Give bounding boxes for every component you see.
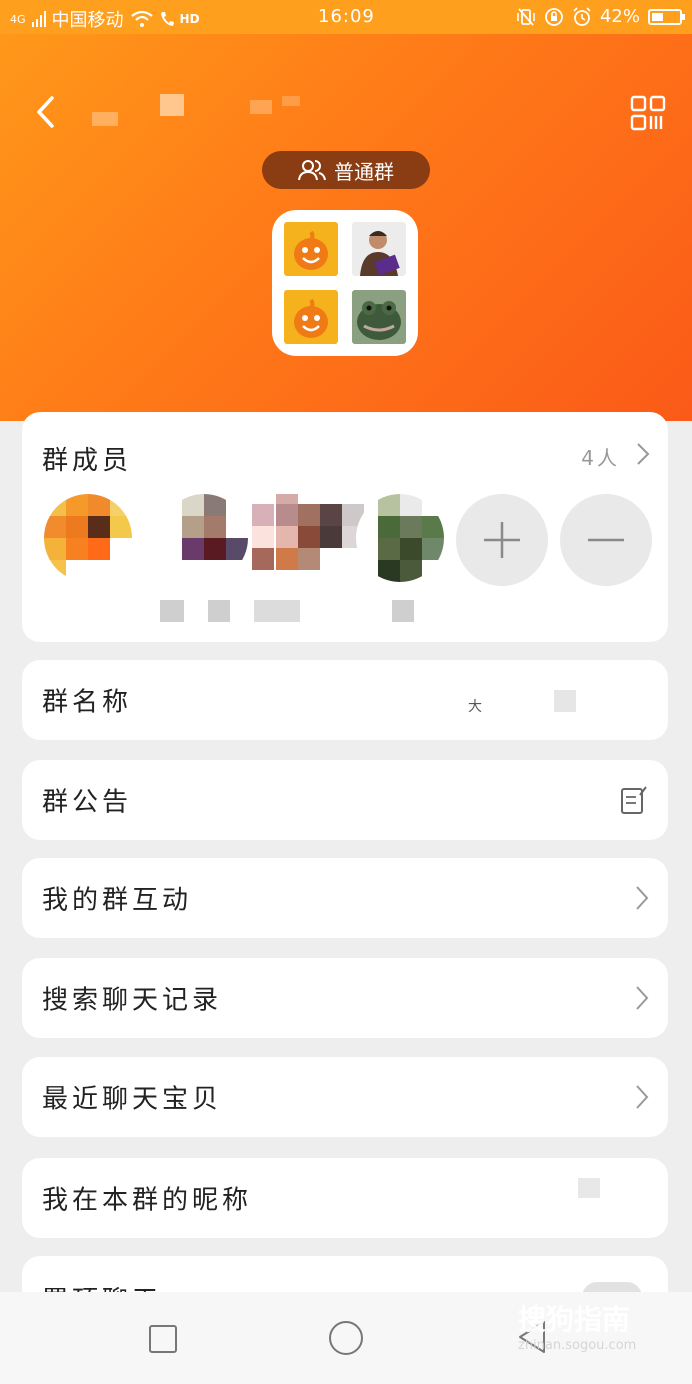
search-history-label: 搜索聊天记录 — [42, 985, 223, 1016]
people-icon — [298, 160, 326, 181]
group-header: 4G 中国移动 HD 16:09 42% 普通群 — [0, 0, 692, 421]
watermark-main: 搜狗指南 — [518, 1303, 631, 1336]
avatar-mascot-2 — [284, 290, 338, 344]
battery-icon — [648, 8, 685, 25]
member-avatar[interactable] — [160, 494, 248, 582]
chevron-right-icon — [636, 986, 649, 1010]
back-button[interactable] — [30, 92, 64, 132]
member-avatar[interactable] — [252, 494, 372, 582]
home-button[interactable] — [328, 1320, 364, 1356]
group-type-badge: 普通群 — [262, 151, 430, 189]
add-member-button[interactable] — [456, 494, 548, 586]
vibrate-off-icon — [517, 7, 535, 26]
status-time: 16:09 — [318, 6, 375, 27]
member-name-redacted — [254, 600, 300, 622]
plus-icon — [484, 522, 520, 558]
carrier-label: 中国移动 — [51, 10, 124, 31]
member-name-redacted — [160, 600, 184, 622]
signal-icon — [31, 11, 46, 27]
edit-note-icon[interactable] — [620, 785, 648, 815]
alarm-icon — [573, 6, 591, 26]
group-name-redacted — [554, 690, 576, 712]
member-name-redacted — [208, 600, 230, 622]
chevron-right-icon[interactable] — [636, 442, 650, 466]
group-name-label: 群名称 — [42, 687, 133, 718]
recent-items-label: 最近聊天宝贝 — [42, 1084, 223, 1115]
members-card[interactable]: 群成员 4人 — [22, 412, 668, 642]
group-type-label: 普通群 — [334, 159, 394, 184]
group-avatar[interactable] — [272, 210, 418, 356]
network-label: 4G — [10, 12, 26, 26]
wifi-icon — [130, 10, 153, 27]
sogou-watermark: 搜狗指南 zhinan.sogou.com — [518, 1298, 688, 1360]
rotation-lock-icon — [545, 7, 563, 26]
members-count: 4人 — [581, 446, 620, 470]
watermark-sub: zhinan.sogou.com — [518, 1338, 637, 1353]
chevron-right-icon — [636, 1085, 649, 1109]
nickname-redacted — [578, 1178, 600, 1198]
announcement-label: 群公告 — [42, 787, 133, 818]
member-avatar[interactable] — [356, 494, 444, 582]
avatar-frog — [352, 290, 406, 344]
phone-icon — [160, 12, 174, 26]
group-name-row[interactable]: 群名称 大 — [22, 660, 668, 740]
recent-apps-button[interactable] — [148, 1324, 178, 1354]
remove-member-button[interactable] — [560, 494, 652, 586]
my-interaction-row[interactable]: 我的群互动 — [22, 858, 668, 938]
my-nickname-row[interactable]: 我在本群的昵称 — [22, 1158, 668, 1238]
group-name-value: 大 — [468, 699, 482, 715]
my-interaction-label: 我的群互动 — [42, 885, 193, 916]
avatar-mascot — [284, 222, 338, 276]
members-title: 群成员 — [42, 446, 133, 476]
member-avatar[interactable] — [44, 494, 132, 582]
chevron-right-icon — [636, 886, 649, 910]
announcement-row[interactable]: 群公告 — [22, 760, 668, 840]
hd-label: HD — [179, 12, 200, 26]
battery-percent: 42% — [599, 6, 640, 27]
recent-items-row[interactable]: 最近聊天宝贝 — [22, 1057, 668, 1137]
minus-icon — [588, 538, 624, 542]
status-bar: 4G 中国移动 HD 16:09 42% — [0, 0, 692, 34]
avatar-photo — [352, 222, 406, 276]
qr-code-button[interactable] — [630, 95, 666, 131]
my-nickname-label: 我在本群的昵称 — [42, 1185, 253, 1216]
search-history-row[interactable]: 搜索聊天记录 — [22, 958, 668, 1038]
group-title-redacted — [90, 90, 320, 126]
member-name-redacted — [392, 600, 414, 622]
